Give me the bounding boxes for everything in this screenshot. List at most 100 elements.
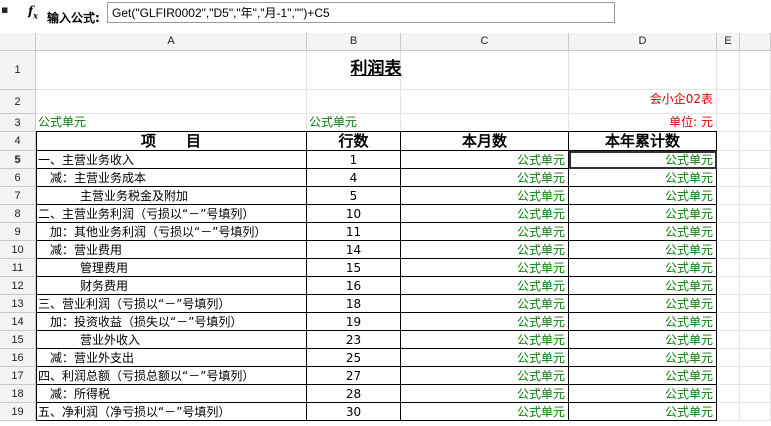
ytd-formula-cell[interactable]: 公式单元 <box>569 313 717 331</box>
month-formula-cell[interactable]: 公式单元 <box>401 187 569 205</box>
column-header-d[interactable]: D <box>569 33 717 51</box>
item-line-no[interactable]: 10 <box>307 205 401 223</box>
fx-icon[interactable]: fx <box>28 4 38 20</box>
item-line-no[interactable]: 18 <box>307 295 401 313</box>
item-line-no[interactable]: 30 <box>307 403 401 421</box>
ytd-formula-cell[interactable]: 公式单元 <box>569 385 717 403</box>
row-header-1[interactable]: 1 <box>0 51 36 90</box>
grid-cell[interactable] <box>717 132 740 151</box>
ytd-formula-cell[interactable]: 公式单元 <box>569 205 717 223</box>
ytd-formula-cell[interactable]: 公式单元 <box>569 259 717 277</box>
item-line-no[interactable]: 14 <box>307 241 401 259</box>
grid-cell[interactable] <box>717 295 740 313</box>
grid-cell[interactable] <box>717 313 740 331</box>
item-name[interactable]: 一、主营业务收入 <box>36 151 307 169</box>
ytd-formula-cell[interactable]: 公式单元 <box>569 223 717 241</box>
grid-cell[interactable] <box>717 169 740 187</box>
item-name[interactable]: 财务费用 <box>36 277 307 295</box>
row-header-14[interactable]: 14 <box>0 313 36 331</box>
item-line-no[interactable]: 4 <box>307 169 401 187</box>
grid-cell[interactable] <box>401 90 569 114</box>
month-formula-cell[interactable]: 公式单元 <box>401 223 569 241</box>
grid-cell[interactable] <box>401 114 569 132</box>
row-header-15[interactable]: 15 <box>0 331 36 349</box>
grid-cell[interactable] <box>717 259 740 277</box>
item-line-no[interactable]: 27 <box>307 367 401 385</box>
item-name[interactable]: 四、利润总额（亏损总额以“－”号填列） <box>36 367 307 385</box>
month-formula-cell[interactable]: 公式单元 <box>401 259 569 277</box>
row-header-16[interactable]: 16 <box>0 349 36 367</box>
ytd-formula-cell[interactable]: 公式单元 <box>569 241 717 259</box>
formula-input[interactable] <box>107 2 615 23</box>
month-formula-cell[interactable]: 公式单元 <box>401 295 569 313</box>
column-header-c[interactable]: C <box>401 33 569 51</box>
ytd-formula-cell[interactable]: 公式单元 <box>569 331 717 349</box>
item-line-no[interactable]: 11 <box>307 223 401 241</box>
row-header-11[interactable]: 11 <box>0 259 36 277</box>
grid-cell[interactable] <box>717 277 740 295</box>
month-formula-cell[interactable]: 公式单元 <box>401 241 569 259</box>
month-formula-cell[interactable]: 公式单元 <box>401 169 569 187</box>
ytd-formula-cell[interactable]: 公式单元 <box>569 403 717 421</box>
item-line-no[interactable]: 15 <box>307 259 401 277</box>
row-header-6[interactable]: 6 <box>0 169 36 187</box>
b3-formula-cell[interactable]: 公式单元 <box>307 114 401 132</box>
grid-cell[interactable] <box>717 349 740 367</box>
item-name[interactable]: 减：所得税 <box>36 385 307 403</box>
row-header-4[interactable]: 4 <box>0 132 36 151</box>
row-header-7[interactable]: 7 <box>0 187 36 205</box>
item-line-no[interactable]: 25 <box>307 349 401 367</box>
item-line-no[interactable]: 28 <box>307 385 401 403</box>
item-name[interactable]: 加：投资收益（损失以“－”号填列） <box>36 313 307 331</box>
item-name[interactable]: 三、营业利润（亏损以“－”号填列） <box>36 295 307 313</box>
a3-formula-cell[interactable]: 公式单元 <box>36 114 307 132</box>
item-name[interactable]: 营业外收入 <box>36 331 307 349</box>
column-header-b[interactable]: B <box>307 33 401 51</box>
item-line-no[interactable]: 5 <box>307 187 401 205</box>
item-name[interactable]: 加：其他业务利润（亏损以“－”号填列） <box>36 223 307 241</box>
grid-cell[interactable] <box>36 90 307 114</box>
month-formula-cell[interactable]: 公式单元 <box>401 385 569 403</box>
ytd-formula-cell[interactable]: 公式单元 <box>569 349 717 367</box>
row-header-18[interactable]: 18 <box>0 385 36 403</box>
item-line-no[interactable]: 23 <box>307 331 401 349</box>
month-formula-cell[interactable]: 公式单元 <box>401 151 569 169</box>
ytd-formula-cell[interactable]: 公式单元 <box>569 187 717 205</box>
grid-cell[interactable] <box>717 51 740 90</box>
column-header-e[interactable]: E <box>717 33 740 51</box>
grid-cell[interactable] <box>717 151 740 169</box>
item-name[interactable]: 减：营业费用 <box>36 241 307 259</box>
item-line-no[interactable]: 16 <box>307 277 401 295</box>
item-name[interactable]: 管理费用 <box>36 259 307 277</box>
row-header-19[interactable]: 19 <box>0 403 36 421</box>
select-all-corner[interactable] <box>0 33 36 51</box>
row-header-17[interactable]: 17 <box>0 367 36 385</box>
item-name[interactable]: 五、净利润（净亏损以“－”号填列） <box>36 403 307 421</box>
ytd-formula-cell[interactable]: 公式单元 <box>569 367 717 385</box>
grid-cell[interactable] <box>307 90 401 114</box>
grid-cell[interactable] <box>717 241 740 259</box>
row-header-2[interactable]: 2 <box>0 90 36 114</box>
row-header-10[interactable]: 10 <box>0 241 36 259</box>
row-header-5[interactable]: 5 <box>0 151 36 169</box>
grid-cell[interactable] <box>717 205 740 223</box>
month-formula-cell[interactable]: 公式单元 <box>401 367 569 385</box>
row-header-12[interactable]: 12 <box>0 277 36 295</box>
grid-cell[interactable] <box>717 90 740 114</box>
item-name[interactable]: 二、主营业务利润（亏损以“－”号填列） <box>36 205 307 223</box>
grid-cell[interactable] <box>717 114 740 132</box>
month-formula-cell[interactable]: 公式单元 <box>401 331 569 349</box>
month-formula-cell[interactable]: 公式单元 <box>401 313 569 331</box>
month-formula-cell[interactable]: 公式单元 <box>401 403 569 421</box>
item-name[interactable]: 主营业务税金及附加 <box>36 187 307 205</box>
item-line-no[interactable]: 19 <box>307 313 401 331</box>
grid-cell[interactable] <box>717 331 740 349</box>
grid-cell[interactable] <box>717 385 740 403</box>
item-name[interactable]: 减：营业外支出 <box>36 349 307 367</box>
ytd-formula-cell[interactable]: 公式单元 <box>569 277 717 295</box>
month-formula-cell[interactable]: 公式单元 <box>401 277 569 295</box>
grid-cell[interactable] <box>717 223 740 241</box>
item-line-no[interactable]: 1 <box>307 151 401 169</box>
grid-cell[interactable] <box>717 403 740 421</box>
row-header-13[interactable]: 13 <box>0 295 36 313</box>
